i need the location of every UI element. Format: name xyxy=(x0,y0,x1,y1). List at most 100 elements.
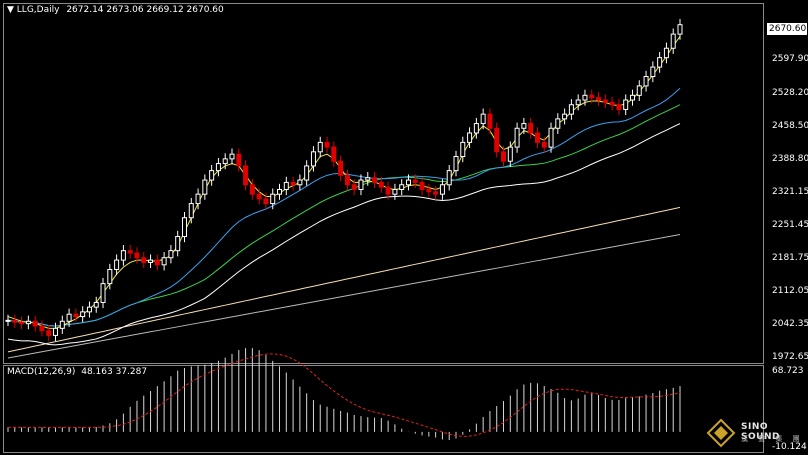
candle-body xyxy=(134,252,140,259)
candle-body xyxy=(657,57,663,68)
candle-body xyxy=(575,99,581,106)
candle-body xyxy=(378,181,384,188)
macd-axis-top: 68.723 xyxy=(772,366,804,376)
candle-body xyxy=(263,198,269,205)
candle-body xyxy=(555,118,561,129)
candle-body xyxy=(175,236,181,252)
candle-body xyxy=(5,319,11,322)
candle-body xyxy=(501,151,507,162)
candle-body xyxy=(59,320,65,329)
candle-body xyxy=(114,259,120,270)
price-tick: 2251.45 xyxy=(772,220,808,230)
candle-body xyxy=(93,301,99,308)
candle-body xyxy=(188,203,194,219)
candle-body xyxy=(534,132,540,143)
candle-body xyxy=(663,47,669,59)
candle-body xyxy=(324,141,330,148)
candle-body xyxy=(568,104,574,115)
candle-body xyxy=(209,170,215,181)
candle-body xyxy=(161,257,167,266)
current-price-tag: 2670.60 xyxy=(767,23,807,35)
candle-body xyxy=(507,146,513,162)
candle-body xyxy=(650,66,656,77)
candle-body xyxy=(365,177,371,181)
candle-body xyxy=(249,184,255,195)
candle-body xyxy=(270,193,276,205)
candle-body xyxy=(19,321,25,325)
candle-body xyxy=(494,127,500,153)
candle-body xyxy=(222,158,228,165)
ma-fast-line xyxy=(7,36,681,329)
candle-body xyxy=(86,306,92,313)
dropdown-triangle-icon[interactable]: ▼ xyxy=(7,5,14,15)
candle-body xyxy=(623,99,629,110)
candle-body xyxy=(372,177,378,183)
candle-body xyxy=(528,123,534,134)
candle-body xyxy=(53,327,59,336)
candle-body xyxy=(385,186,391,195)
candle-body xyxy=(243,165,249,186)
ma-300-line xyxy=(7,234,681,359)
ma-mid-line xyxy=(7,87,681,327)
candle-body xyxy=(66,313,72,322)
ma-long-line xyxy=(7,123,681,346)
candle-body xyxy=(46,330,52,336)
macd-label: MACD(12,26,9) xyxy=(7,367,76,377)
candle-body xyxy=(467,132,473,143)
candle-body xyxy=(181,217,187,238)
candle-body xyxy=(283,181,289,190)
candle-body xyxy=(148,259,154,263)
candle-body xyxy=(446,170,452,186)
price-tick: 2112.05 xyxy=(772,286,808,296)
candle-body xyxy=(168,250,174,259)
candle-body xyxy=(236,153,242,167)
candle-body xyxy=(195,193,201,205)
price-tick: 2388.80 xyxy=(772,154,808,164)
sino-sound-logo-icon xyxy=(706,418,736,448)
candle-body xyxy=(392,188,398,195)
candle-body xyxy=(541,141,547,148)
candle-body xyxy=(107,268,113,285)
candle-body xyxy=(596,97,602,101)
candle-body xyxy=(310,151,316,167)
macd-values: 48.163 37.287 xyxy=(81,367,148,377)
candle-body xyxy=(100,283,106,303)
candle-body xyxy=(351,184,357,190)
candle-body xyxy=(331,146,337,162)
price-tick: 2458.50 xyxy=(772,121,808,131)
chart-canvas xyxy=(5,19,683,441)
price-tick: 2042.35 xyxy=(772,319,808,329)
candle-body xyxy=(399,184,405,190)
candle-body xyxy=(433,191,439,195)
candle-body xyxy=(12,319,18,323)
candle-body xyxy=(439,184,445,195)
candle-body xyxy=(548,127,554,148)
candle-body xyxy=(344,174,350,186)
candle-body xyxy=(670,33,676,49)
candle-body xyxy=(127,250,133,254)
candle-body xyxy=(426,188,432,193)
candle-body xyxy=(39,325,45,332)
candle-body xyxy=(120,250,126,261)
candle-body xyxy=(419,181,425,190)
symbol-header: ▼ LLG,Daily 2672.14 2673.06 2669.12 2670… xyxy=(7,5,224,15)
candle-body xyxy=(202,179,208,195)
candle-body xyxy=(473,123,479,134)
ohlc-readout: 2672.14 2673.06 2669.12 2670.60 xyxy=(66,5,224,15)
candle-body xyxy=(338,160,344,176)
logo-subtext: 漢 聲 集 團 xyxy=(741,435,804,443)
candle-body xyxy=(677,24,683,35)
price-tick: 2321.15 xyxy=(772,187,808,197)
candle-body xyxy=(616,104,622,110)
candle-body xyxy=(256,193,262,200)
candle-body xyxy=(521,123,527,129)
candle-body xyxy=(358,179,364,190)
price-tick: 1972.65 xyxy=(772,352,808,362)
candle-body xyxy=(154,259,160,266)
candle-body xyxy=(277,188,283,195)
candle-body xyxy=(453,156,459,172)
price-tick: 2181.75 xyxy=(772,253,808,263)
candle-body xyxy=(73,313,79,318)
candle-body xyxy=(80,311,86,318)
candle-body xyxy=(304,165,310,181)
